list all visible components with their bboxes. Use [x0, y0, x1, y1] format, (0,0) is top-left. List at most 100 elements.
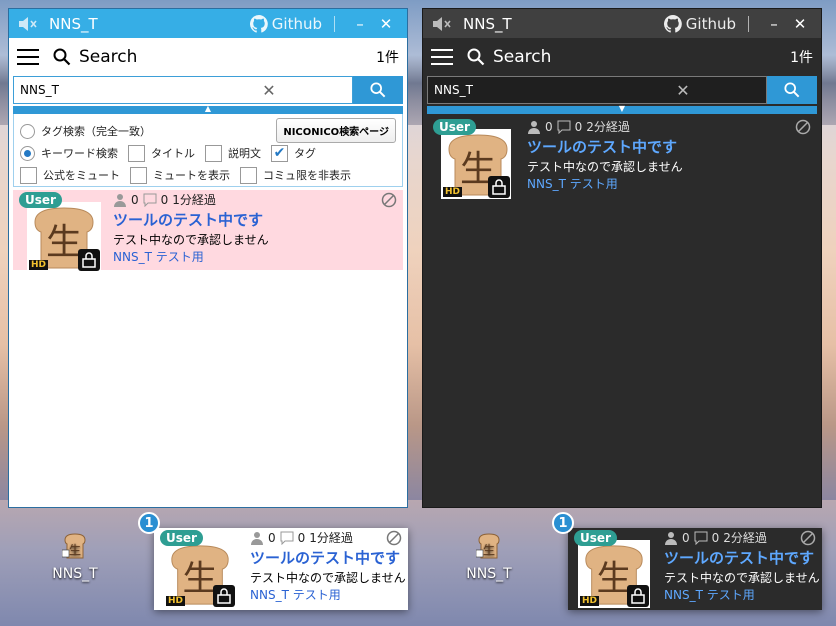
block-icon[interactable] [795, 119, 811, 135]
github-icon [663, 14, 682, 33]
search-input[interactable]: NNS_T ✕ [427, 76, 767, 104]
clear-icon[interactable]: ✕ [186, 81, 352, 100]
item-title[interactable]: ツールのテスト中です [113, 209, 263, 230]
hd-badge: HD [443, 187, 463, 197]
comment-icon [557, 120, 571, 134]
search-row: NNS_T ✕ [9, 76, 407, 106]
elapsed-time: 1分経過 [309, 531, 353, 545]
item-title[interactable]: ツールのテスト中です [527, 136, 677, 157]
github-label: Github [685, 14, 736, 33]
search-icon [370, 82, 386, 98]
menu-icon[interactable] [431, 49, 453, 65]
list-item[interactable]: User 生 HD 0 0 2分経過 ツールのテスト中です テスト中なので承認し… [427, 117, 817, 199]
minimize-button[interactable]: – [761, 15, 787, 33]
viewer-count: 0 [545, 119, 553, 134]
item-meta: 0 0 1分経過 [250, 529, 353, 546]
window-title: NNS_T [49, 14, 98, 33]
options-toggle[interactable]: ▲ [13, 104, 403, 114]
notification-toast[interactable]: User 生 HD 0 0 1分経過 ツールのテスト中です テスト中なので承認し… [154, 528, 408, 610]
comment-count: 0 [297, 530, 306, 545]
minimize-button[interactable]: – [347, 15, 373, 33]
toolbar: Search 1件 [9, 38, 407, 76]
mute-official-label: 公式をミュート [43, 169, 120, 182]
viewer-icon [665, 531, 677, 545]
notification-count-badge: 1 [552, 512, 574, 534]
show-muted-checkbox[interactable] [130, 166, 147, 184]
close-button[interactable]: ✕ [787, 15, 813, 33]
svg-text:生: 生 [46, 222, 82, 263]
user-badge: User [433, 119, 476, 135]
comment-icon [280, 531, 294, 545]
lock-icon [627, 585, 649, 607]
keyword-search-label: キーワード検索 [41, 147, 118, 160]
mute-icon[interactable] [431, 14, 453, 34]
comment-count: 0 [711, 530, 720, 545]
lock-icon [488, 176, 510, 198]
elapsed-time: 2分経過 [723, 531, 767, 545]
item-description: テスト中なので承認しません [664, 571, 820, 585]
close-button[interactable]: ✕ [373, 15, 399, 33]
item-owner[interactable]: NNS_T テスト用 [113, 248, 204, 265]
comment-icon [143, 193, 157, 207]
viewer-count: 0 [682, 530, 690, 545]
collapse-arrow-icon: ▲ [204, 104, 212, 113]
clear-icon[interactable]: ✕ [600, 81, 766, 100]
search-label[interactable]: Search [79, 47, 376, 67]
item-owner[interactable]: NNS_T テスト用 [527, 175, 618, 192]
viewer-count: 0 [268, 530, 276, 545]
item-title[interactable]: ツールのテスト中です [664, 547, 814, 568]
lock-icon [213, 585, 235, 607]
result-count: 1件 [790, 50, 813, 66]
description-checkbox-label: 説明文 [228, 147, 261, 160]
item-owner[interactable]: NNS_T テスト用 [664, 586, 755, 603]
menu-icon[interactable] [17, 49, 39, 65]
search-button[interactable] [767, 76, 817, 104]
item-owner[interactable]: NNS_T テスト用 [250, 586, 341, 603]
search-input[interactable]: NNS_T ✕ [13, 76, 353, 104]
title-checkbox[interactable] [128, 144, 145, 162]
user-badge: User [574, 530, 617, 546]
tag-checkbox-label: タグ [294, 147, 316, 160]
description-checkbox[interactable] [205, 144, 222, 162]
block-icon[interactable] [800, 530, 816, 546]
desktop-icon-nns-t[interactable]: 生 NNS_T [40, 532, 110, 582]
search-input-value: NNS_T [434, 83, 473, 97]
list-item[interactable]: User 生 HD 0 0 1分経過 ツールのテスト中です テスト中なので承認し… [13, 190, 403, 272]
item-title[interactable]: ツールのテスト中です [250, 547, 400, 568]
desktop-icon-nns-t[interactable]: 生 NNS_T [454, 532, 524, 582]
show-muted-label: ミュートを表示 [153, 169, 230, 182]
github-link[interactable]: Github [249, 14, 322, 33]
mute-official-checkbox[interactable] [20, 166, 37, 184]
hide-community-checkbox[interactable] [240, 166, 257, 184]
options-toggle[interactable]: ▼ [427, 104, 817, 114]
keyword-search-radio[interactable] [20, 145, 35, 161]
notification-toast[interactable]: User 生 HD 0 0 2分経過 ツールのテスト中です テスト中なので承認し… [568, 528, 822, 610]
block-icon[interactable] [381, 192, 397, 208]
hd-badge: HD [29, 260, 49, 270]
tag-checkbox[interactable]: ✔ [271, 144, 288, 162]
item-description: テスト中なので承認しません [113, 233, 269, 247]
mute-icon[interactable] [17, 14, 39, 34]
svg-text:生: 生 [69, 543, 81, 557]
comment-icon [694, 531, 708, 545]
app-icon: 生 [475, 533, 500, 559]
app-icon: 生 [61, 533, 86, 559]
comment-count: 0 [160, 192, 169, 207]
github-link[interactable]: Github [663, 14, 736, 33]
title-bar: NNS_T Github – ✕ [9, 9, 407, 38]
title-separator [334, 15, 335, 32]
block-icon[interactable] [386, 530, 402, 546]
tag-search-radio[interactable] [20, 123, 35, 139]
search-label[interactable]: Search [493, 47, 790, 67]
toast-item[interactable]: User 生 HD 0 0 1分経過 ツールのテスト中です テスト中なので承認し… [154, 528, 408, 610]
search-row: NNS_T ✕ [423, 76, 821, 106]
search-button[interactable] [353, 76, 403, 104]
toast-item[interactable]: User 生 HD 0 0 2分経過 ツールのテスト中です テスト中なので承認し… [568, 528, 822, 610]
thumbnail: 生 HD [164, 540, 236, 608]
search-input-value: NNS_T [20, 83, 59, 97]
item-description: テスト中なので承認しません [527, 160, 683, 174]
result-count: 1件 [376, 50, 399, 66]
search-icon [784, 82, 800, 98]
niconico-search-button[interactable]: NICONICO検索ページ [276, 118, 396, 143]
hd-badge: HD [166, 596, 186, 606]
